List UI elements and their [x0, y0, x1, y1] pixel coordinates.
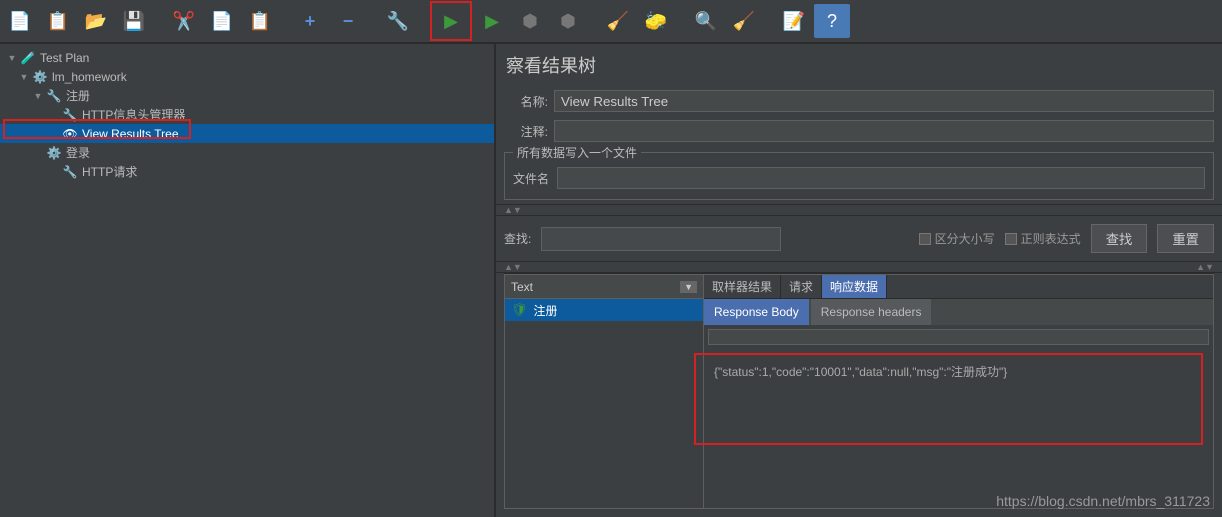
- success-icon: 🛡: [511, 302, 528, 318]
- tree-toggle-icon: ▼: [32, 91, 44, 101]
- tree-item-label: 注册: [66, 87, 90, 104]
- start-no-pause-icon[interactable]: ▶: [474, 4, 510, 38]
- tree-item[interactable]: ⚙️登录: [0, 143, 494, 162]
- fieldset-legend: 所有数据写入一个文件: [513, 144, 641, 161]
- tree-item-label: 登录: [66, 144, 90, 161]
- save-icon[interactable]: 💾: [116, 4, 152, 38]
- tree-toggle-icon: ▼: [6, 53, 18, 63]
- checkbox-icon: [1005, 233, 1017, 245]
- comment-input[interactable]: [554, 120, 1214, 142]
- response-body: {"status":1,"code":"10001","data":null,"…: [704, 349, 1213, 508]
- copy-icon[interactable]: 📄: [204, 4, 240, 38]
- tab-sampler[interactable]: 取样器结果: [704, 275, 781, 298]
- response-filter-input[interactable]: [708, 329, 1209, 345]
- case-checkbox[interactable]: 区分大小写: [919, 230, 995, 247]
- chevron-down-icon: ▼: [680, 281, 697, 293]
- gear-icon: ⚙️: [32, 69, 48, 85]
- tab-response-data[interactable]: 响应数据: [822, 275, 887, 298]
- collapse-bar-1[interactable]: ▲▼: [496, 204, 1222, 216]
- tab-request[interactable]: 请求: [781, 275, 822, 298]
- tree-item-label: HTTP请求: [82, 163, 137, 180]
- start-icon[interactable]: ▶: [433, 4, 469, 38]
- collapse-bar-2[interactable]: ▲▼▲▼: [496, 261, 1222, 273]
- write-file-fieldset: 所有数据写入一个文件 文件名: [504, 152, 1214, 200]
- file-label: 文件名: [513, 170, 549, 187]
- response-subtabs: Response Body Response headers: [704, 299, 1213, 325]
- toggle-icon[interactable]: 🔧: [380, 4, 416, 38]
- search-icon[interactable]: 🔍: [688, 4, 724, 38]
- paste-icon[interactable]: 📋: [242, 4, 278, 38]
- tree-panel: ▼🧪Test Plan▼⚙️lm_homework▼🔧注册🔧HTTP信息头管理器…: [0, 44, 496, 517]
- tab-response-body[interactable]: Response Body: [704, 299, 809, 325]
- gear-icon: ⚙️: [46, 145, 62, 161]
- tree-item-label: lm_homework: [52, 70, 127, 84]
- find-button[interactable]: 查找: [1091, 224, 1148, 253]
- help-icon[interactable]: ?: [814, 4, 850, 38]
- file-input[interactable]: [557, 167, 1205, 189]
- search-input[interactable]: [541, 227, 781, 251]
- expand-icon[interactable]: +: [292, 4, 328, 38]
- flask-icon: 🧪: [20, 50, 36, 66]
- tree-toggle-icon: ▼: [18, 72, 30, 82]
- renderer-combo[interactable]: Text ▼: [505, 275, 703, 299]
- results-tree: Text ▼ 🛡 注册: [504, 274, 704, 509]
- search-label: 查找:: [504, 230, 531, 247]
- new-icon[interactable]: 📄: [2, 4, 38, 38]
- open-icon[interactable]: 📂: [78, 4, 114, 38]
- collapse-icon[interactable]: −: [330, 4, 366, 38]
- stop-icon[interactable]: ⬢: [512, 4, 548, 38]
- clear-icon[interactable]: 🧹: [600, 4, 636, 38]
- result-item[interactable]: 🛡 注册: [505, 299, 703, 321]
- reset-search-icon[interactable]: 🧹: [726, 4, 762, 38]
- watermark: https://blog.csdn.net/mbrs_311723: [996, 493, 1210, 509]
- details-panel: 察看结果树 名称: 注释: 所有数据写入一个文件 文件名 ▲▼ 查找: 区分大小…: [496, 44, 1222, 517]
- reset-button[interactable]: 重置: [1157, 224, 1214, 253]
- start-highlight: ▶: [430, 1, 472, 41]
- cut-icon[interactable]: ✂️: [166, 4, 202, 38]
- checkbox-icon: [919, 233, 931, 245]
- templates-icon[interactable]: 📋: [40, 4, 76, 38]
- name-label: 名称:: [504, 93, 548, 110]
- comment-label: 注释:: [504, 123, 548, 140]
- tree-item-label: Test Plan: [40, 51, 89, 65]
- wrench-icon: 🔧: [62, 164, 78, 180]
- panel-title: 察看结果树: [496, 44, 1222, 88]
- tree-item[interactable]: ▼🔧注册: [0, 86, 494, 105]
- clear-all-icon[interactable]: 🧽: [638, 4, 674, 38]
- tab-response-headers[interactable]: Response headers: [811, 299, 932, 325]
- regex-checkbox[interactable]: 正则表达式: [1005, 230, 1081, 247]
- tree-item[interactable]: ▼🧪 Test Plan: [0, 48, 494, 67]
- wrench-icon: 🔧: [46, 88, 62, 104]
- toolbar: 📄 📋 📂 💾 ✂️ 📄 📋 + − 🔧 ▶ ▶ ⬢ ⬢ 🧹 🧽 🔍 🧹 📝 ?: [0, 0, 1222, 44]
- tree-item[interactable]: ▼⚙️ lm_homework: [0, 67, 494, 86]
- detail-tabs: 取样器结果 请求 响应数据: [704, 275, 1213, 299]
- shutdown-icon[interactable]: ⬢: [550, 4, 586, 38]
- function-helper-icon[interactable]: 📝: [776, 4, 812, 38]
- tree-selection-highlight: [3, 119, 191, 139]
- name-input[interactable]: [554, 90, 1214, 112]
- tree-item[interactable]: 🔧HTTP请求: [0, 162, 494, 181]
